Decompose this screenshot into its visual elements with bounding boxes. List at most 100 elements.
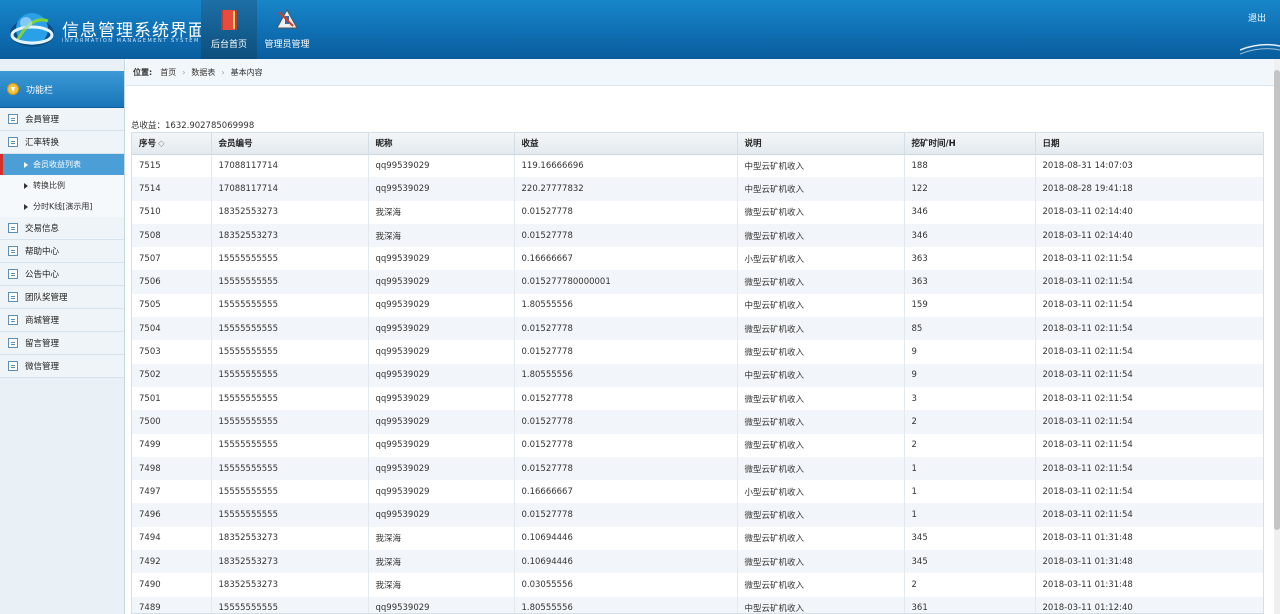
table-row[interactable]: 7497 15555555555 qq99539029 0.16666667 小型云矿机… bbox=[132, 480, 1263, 504]
cell-member-id: 15555555555 bbox=[211, 386, 369, 411]
table-row[interactable]: 7504 15555555555 qq99539029 0.01527778 微型云矿机… bbox=[132, 317, 1263, 341]
cell-mining-hours: 1 bbox=[904, 456, 1036, 481]
table-row[interactable]: 7501 15555555555 qq99539029 0.01527778 微型云矿机… bbox=[132, 386, 1263, 411]
cell-description: 微型云矿机收入 bbox=[737, 223, 905, 248]
breadcrumb-home[interactable]: 首页 bbox=[160, 67, 176, 78]
cell-id: 7499 bbox=[132, 433, 212, 457]
sidebar-item-members[interactable]: 会員管理 bbox=[0, 108, 124, 131]
top-nav: 后台首页 管理员管理 bbox=[201, 0, 317, 59]
table-row[interactable]: 7507 15555555555 qq99539029 0.16666667 小型云矿机… bbox=[132, 247, 1263, 271]
sidebar-item-exchange[interactable]: 汇率转换 bbox=[0, 131, 124, 154]
cell-date: 2018-03-11 02:11:54 bbox=[1035, 386, 1263, 411]
cell-member-id: 15555555555 bbox=[211, 293, 369, 318]
table-row[interactable]: 7505 15555555555 qq99539029 1.80555556 中型云矿机… bbox=[132, 293, 1263, 318]
sidebar-item-label: 团队奖管理 bbox=[25, 293, 68, 303]
breadcrumb-separator: › bbox=[221, 67, 225, 77]
cell-nickname: 我深海 bbox=[368, 550, 515, 574]
cell-mining-hours: 159 bbox=[904, 293, 1036, 318]
column-header-mining-hours: 挖矿时间/H bbox=[904, 133, 1036, 155]
cell-mining-hours: 9 bbox=[904, 340, 1036, 364]
sidebar-heading[interactable]: ▼ 功能栏 bbox=[0, 71, 124, 108]
sort-icon[interactable]: ◇ bbox=[158, 139, 165, 149]
list-icon bbox=[8, 114, 18, 124]
table-row[interactable]: 7489 15555555555 qq99539029 1.80555556 中型云矿机… bbox=[132, 596, 1263, 613]
cell-id: 7503 bbox=[132, 340, 212, 364]
cell-member-id: 18352553273 bbox=[211, 200, 369, 224]
column-header-earnings: 收益 bbox=[514, 133, 738, 155]
cell-member-id: 18352553273 bbox=[211, 573, 369, 597]
sidebar-item-announcements[interactable]: 公告中心 bbox=[0, 263, 124, 286]
sidebar-item-wechat[interactable]: 微信管理 bbox=[0, 355, 124, 378]
cell-description: 中型云矿机收入 bbox=[737, 363, 905, 387]
table-row[interactable]: 7506 15555555555 qq99539029 0.0152777800000… bbox=[132, 270, 1263, 294]
cell-date: 2018-03-11 02:11:54 bbox=[1035, 293, 1263, 318]
table-row[interactable]: 7514 17088117714 qq99539029 220.27777832 中型云… bbox=[132, 177, 1263, 201]
cell-id: 7490 bbox=[132, 573, 212, 597]
nav-home[interactable]: 后台首页 bbox=[201, 0, 257, 59]
cell-mining-hours: 346 bbox=[904, 200, 1036, 224]
cell-member-id: 17088117714 bbox=[211, 177, 369, 201]
cell-member-id: 15555555555 bbox=[211, 410, 369, 434]
sidebar-item-team-bonus[interactable]: 团队奖管理 bbox=[0, 286, 124, 309]
cell-nickname: qq99539029 bbox=[368, 456, 515, 481]
sidebar-subitem-ratio[interactable]: 转换比例 bbox=[0, 175, 124, 196]
cell-date: 2018-03-11 01:31:48 bbox=[1035, 526, 1263, 551]
table-row[interactable]: 7496 15555555555 qq99539029 0.01527778 微型云矿机… bbox=[132, 503, 1263, 527]
table-row[interactable]: 7499 15555555555 qq99539029 0.01527778 微型云矿机… bbox=[132, 433, 1263, 457]
sidebar-item-shop[interactable]: 商城管理 bbox=[0, 309, 124, 332]
page-scrollbar-thumb[interactable] bbox=[1274, 70, 1280, 530]
sidebar-item-help[interactable]: 帮助中心 bbox=[0, 240, 124, 263]
cell-id: 7489 bbox=[132, 596, 212, 613]
nav-admin[interactable]: 管理员管理 bbox=[257, 0, 317, 59]
cell-mining-hours: 85 bbox=[904, 317, 1036, 341]
total-earnings: 总收益：1632.902785069998 bbox=[131, 121, 255, 131]
cell-nickname: qq99539029 bbox=[368, 247, 515, 271]
cell-id: 7492 bbox=[132, 550, 212, 574]
sidebar-item-messages[interactable]: 留言管理 bbox=[0, 332, 124, 355]
cell-member-id: 15555555555 bbox=[211, 480, 369, 504]
breadcrumb: 位置: 首页 › 数据表 › 基本内容 bbox=[126, 59, 1274, 86]
cell-mining-hours: 1 bbox=[904, 480, 1036, 504]
table-row[interactable]: 7502 15555555555 qq99539029 1.80555556 中型云矿机… bbox=[132, 363, 1263, 387]
column-header-nickname: 昵称 bbox=[368, 133, 515, 155]
breadcrumb-table[interactable]: 数据表 bbox=[191, 67, 215, 78]
caret-right-icon bbox=[24, 182, 28, 189]
cell-date: 2018-03-11 02:11:54 bbox=[1035, 433, 1263, 457]
cell-earnings: 0.01527778 bbox=[514, 340, 738, 364]
cell-id: 7494 bbox=[132, 526, 212, 551]
cell-member-id: 15555555555 bbox=[211, 340, 369, 364]
cell-id: 7508 bbox=[132, 223, 212, 248]
cell-mining-hours: 9 bbox=[904, 363, 1036, 387]
table-row[interactable]: 7515 17088117714 qq99539029 119.16666696 中型云… bbox=[132, 154, 1263, 178]
cell-nickname: qq99539029 bbox=[368, 480, 515, 504]
sidebar-subitem-earnings[interactable]: 会员收益列表 bbox=[0, 154, 124, 175]
table-row[interactable]: 7508 18352553273 我深海 0.01527778 微型云矿机收入 346 20… bbox=[132, 223, 1263, 248]
cell-date: 2018-03-11 02:14:40 bbox=[1035, 223, 1263, 248]
column-header-member-id: 会员编号 bbox=[211, 133, 369, 155]
cell-nickname: qq99539029 bbox=[368, 503, 515, 527]
table-row[interactable]: 7503 15555555555 qq99539029 0.01527778 微型云矿机… bbox=[132, 340, 1263, 364]
column-header-id[interactable]: 序号 ◇ bbox=[132, 133, 212, 155]
breadcrumb-current: 基本内容 bbox=[230, 67, 263, 77]
logout-link[interactable]: 退出 bbox=[1248, 11, 1266, 24]
table-row[interactable]: 7492 18352553273 我深海 0.10694446 微型云矿机收入 345 20… bbox=[132, 550, 1263, 574]
cell-id: 7510 bbox=[132, 200, 212, 224]
breadcrumb-separator: › bbox=[182, 67, 186, 77]
table-row[interactable]: 7498 15555555555 qq99539029 0.01527778 微型云矿机… bbox=[132, 456, 1263, 481]
sidebar-item-label: 微信管理 bbox=[25, 362, 60, 372]
table-row[interactable]: 7510 18352553273 我深海 0.01527778 微型云矿机收入 346 20… bbox=[132, 200, 1263, 224]
cell-date: 2018-03-11 01:31:48 bbox=[1035, 550, 1263, 574]
cell-date: 2018-03-11 02:11:54 bbox=[1035, 317, 1263, 341]
list-icon bbox=[8, 292, 18, 302]
cell-earnings: 0.01527778 bbox=[514, 386, 738, 411]
table-header-row: 序号 ◇ 会员编号 昵称 收益 说明 挖矿时间/H 日期 bbox=[132, 133, 1263, 155]
sidebar-subitem-kline[interactable]: 分时K线[演示用] bbox=[0, 196, 124, 217]
cell-description: 中型云矿机收入 bbox=[737, 596, 905, 613]
table-row[interactable]: 7500 15555555555 qq99539029 0.01527778 微型云矿机… bbox=[132, 410, 1263, 434]
table-row[interactable]: 7490 18352553273 我深海 0.03055556 微型云矿机收入 2 2018… bbox=[132, 573, 1263, 597]
cell-mining-hours: 345 bbox=[904, 550, 1036, 574]
cell-description: 微型云矿机收入 bbox=[737, 573, 905, 597]
table-row[interactable]: 7494 18352553273 我深海 0.10694446 微型云矿机收入 345 20… bbox=[132, 526, 1263, 551]
cell-date: 2018-03-11 01:31:48 bbox=[1035, 573, 1263, 597]
sidebar-item-trades[interactable]: 交易信息 bbox=[0, 217, 124, 240]
